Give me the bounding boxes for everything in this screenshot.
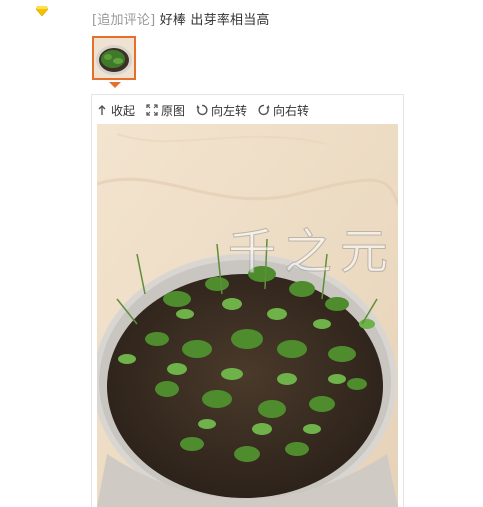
appended-comment-text: 好棒 出芽率相当高 (159, 13, 270, 28)
rotate-left-label: 向左转 (211, 103, 248, 118)
original-image-label: 原图 (161, 103, 186, 118)
image-viewer-toolbar: 收起 原图 向左转 向右转 (96, 101, 320, 119)
rotate-right-icon (258, 104, 270, 116)
appended-comment-tag: [追加评论] (92, 13, 156, 28)
expand-icon (146, 104, 158, 116)
thumbnail-pointer (109, 82, 121, 88)
watermark: 千之元 (227, 224, 397, 281)
rotate-left-button[interactable]: 向左转 (196, 102, 247, 119)
rotate-right-button[interactable]: 向右转 (258, 102, 309, 119)
photo-thumbnail[interactable] (92, 36, 136, 80)
rotate-right-label: 向右转 (273, 103, 310, 118)
enlarged-photo (97, 124, 398, 507)
diamond-badge-icon (36, 6, 48, 16)
arrow-up-icon (98, 105, 106, 115)
appended-comment: [追加评论] 好棒 出芽率相当高 (92, 9, 270, 28)
rotate-left-icon (196, 104, 208, 116)
collapse-label: 收起 (111, 103, 136, 118)
original-image-button[interactable]: 原图 (146, 102, 185, 119)
collapse-button[interactable]: 收起 (96, 102, 135, 119)
